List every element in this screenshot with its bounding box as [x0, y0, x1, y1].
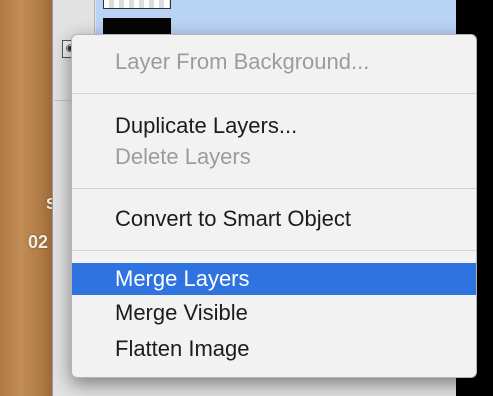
menu-separator	[72, 250, 476, 251]
menu-item-flatten-image[interactable]: Flatten Image	[72, 333, 476, 365]
menu-item-merge-layers[interactable]: Merge Layers	[72, 263, 476, 295]
menu-separator	[72, 93, 476, 94]
menu-item-convert-to-smart-object[interactable]: Convert to Smart Object	[72, 203, 476, 235]
menu-item-delete-layers: Delete Layers	[115, 144, 251, 169]
menu-item-duplicate-layers[interactable]: Duplicate Layers...	[72, 110, 476, 142]
layer-thumbnail[interactable]	[103, 0, 171, 9]
menu-item-merge-visible[interactable]: Merge Visible	[72, 297, 476, 329]
screen: S 02 ◉ Layer From Background... Duplicat…	[0, 0, 493, 396]
context-menu: Layer From Background... Duplicate Layer…	[71, 34, 477, 378]
menu-separator	[72, 188, 476, 189]
document-canvas[interactable]	[0, 0, 52, 396]
canvas-text-fragment: 02	[28, 232, 49, 252]
menu-item-layer-from-background: Layer From Background...	[115, 49, 370, 74]
